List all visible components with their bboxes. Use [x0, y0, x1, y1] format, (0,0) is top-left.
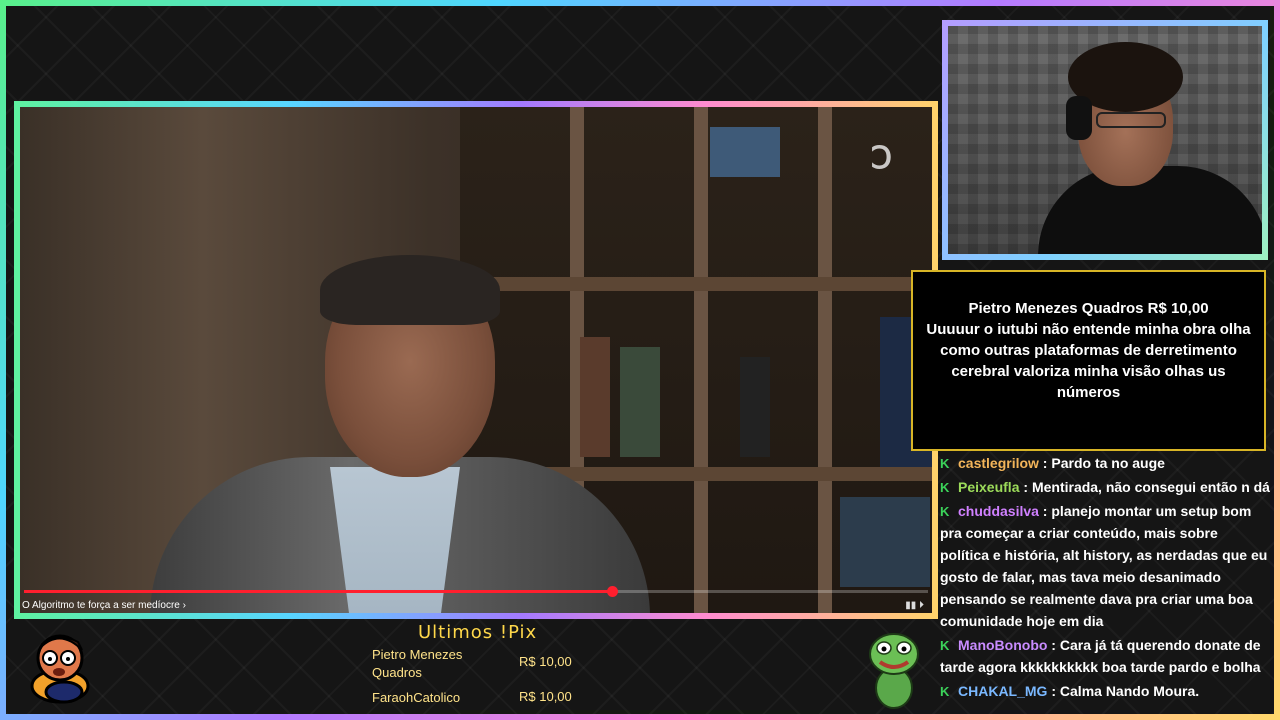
video-progress-bar[interactable] — [24, 586, 928, 597]
video-progress-fill — [24, 590, 612, 593]
shelf-board — [460, 277, 932, 291]
chat-message: Kcastlegrilow : Pardo ta no auge — [940, 455, 1165, 471]
video-frame: Ↄ — [20, 107, 932, 613]
shelf-book — [740, 357, 770, 457]
pix-title: Ultimos !Pix — [418, 622, 538, 643]
streamer-glasses — [1096, 112, 1166, 128]
pix-donor-name: Pietro Menezes Quadros — [372, 647, 463, 680]
donation-alert: Pietro Menezes Quadros R$ 10,00 Uuuuur o… — [911, 270, 1266, 451]
chat-text: Calma Nando Moura. — [1059, 683, 1200, 699]
chat-text: planejo montar um setup bom pra começar … — [940, 503, 1268, 629]
cartoon-mascot-icon — [30, 634, 90, 704]
chat-username[interactable]: CHAKAL_MG — [958, 683, 1047, 699]
headset-icon — [1066, 96, 1092, 140]
chat-username[interactable]: Peixeufla — [958, 479, 1019, 495]
kick-k-icon: K — [940, 480, 950, 495]
person-hair — [320, 255, 500, 325]
chat-message: K ManoBonobo : Cara já tá querendo donate… — [940, 637, 1261, 675]
kick-k-icon: K — [940, 684, 950, 699]
chat-message: K Peixeufla : Mentirada, não consegui ent… — [940, 479, 1270, 495]
chat-message: K CHAKAL_MG : Calma Nando Moura. — [940, 683, 1200, 699]
video-player[interactable]: Ↄ O Algoritmo te força a ser medíocre › … — [14, 101, 938, 619]
shelf-book — [580, 337, 610, 457]
kick-k-icon: K — [940, 504, 950, 519]
chat-text: Pardo ta no auge — [1051, 455, 1165, 471]
donation-message: Uuuuur o iutubi não entende minha obra o… — [926, 320, 1251, 401]
donation-header: Pietro Menezes Quadros R$ 10,00 — [968, 299, 1209, 317]
captions-toggle-icon[interactable]: ▮▮ ⏵ — [905, 600, 924, 611]
shelf-frame — [840, 497, 930, 587]
chat-username[interactable]: castlegrilow — [958, 455, 1039, 471]
shelf-book — [620, 347, 660, 457]
chat-panel: Kcastlegrilow : Pardo ta no auge K Peixeu… — [940, 452, 1270, 718]
video-title[interactable]: O Algoritmo te força a ser medíocre › — [22, 600, 186, 611]
webcam-feed — [942, 20, 1268, 260]
pix-amount: R$ 10,00 — [519, 689, 572, 704]
video-progress-handle[interactable] — [606, 586, 618, 597]
chat-text: Mentirada, não consegui então n dá — [1031, 479, 1270, 495]
kick-k-icon: K — [940, 638, 950, 653]
pepe-frog-icon — [869, 633, 919, 709]
person-shirt — [330, 467, 460, 613]
kick-k-icon: K — [940, 456, 950, 471]
pix-donor-name: FaraohCatolico — [372, 690, 461, 705]
chat-username[interactable]: ManoBonobo — [958, 637, 1047, 653]
chat-username[interactable]: chuddasilva — [958, 503, 1039, 519]
shelf-frame — [710, 127, 780, 177]
channel-logo-icon: Ↄ — [870, 142, 892, 175]
pix-amount: R$ 10,00 — [519, 654, 572, 669]
chat-message: Kchuddasilva : planejo montar um setup b… — [940, 503, 1268, 629]
